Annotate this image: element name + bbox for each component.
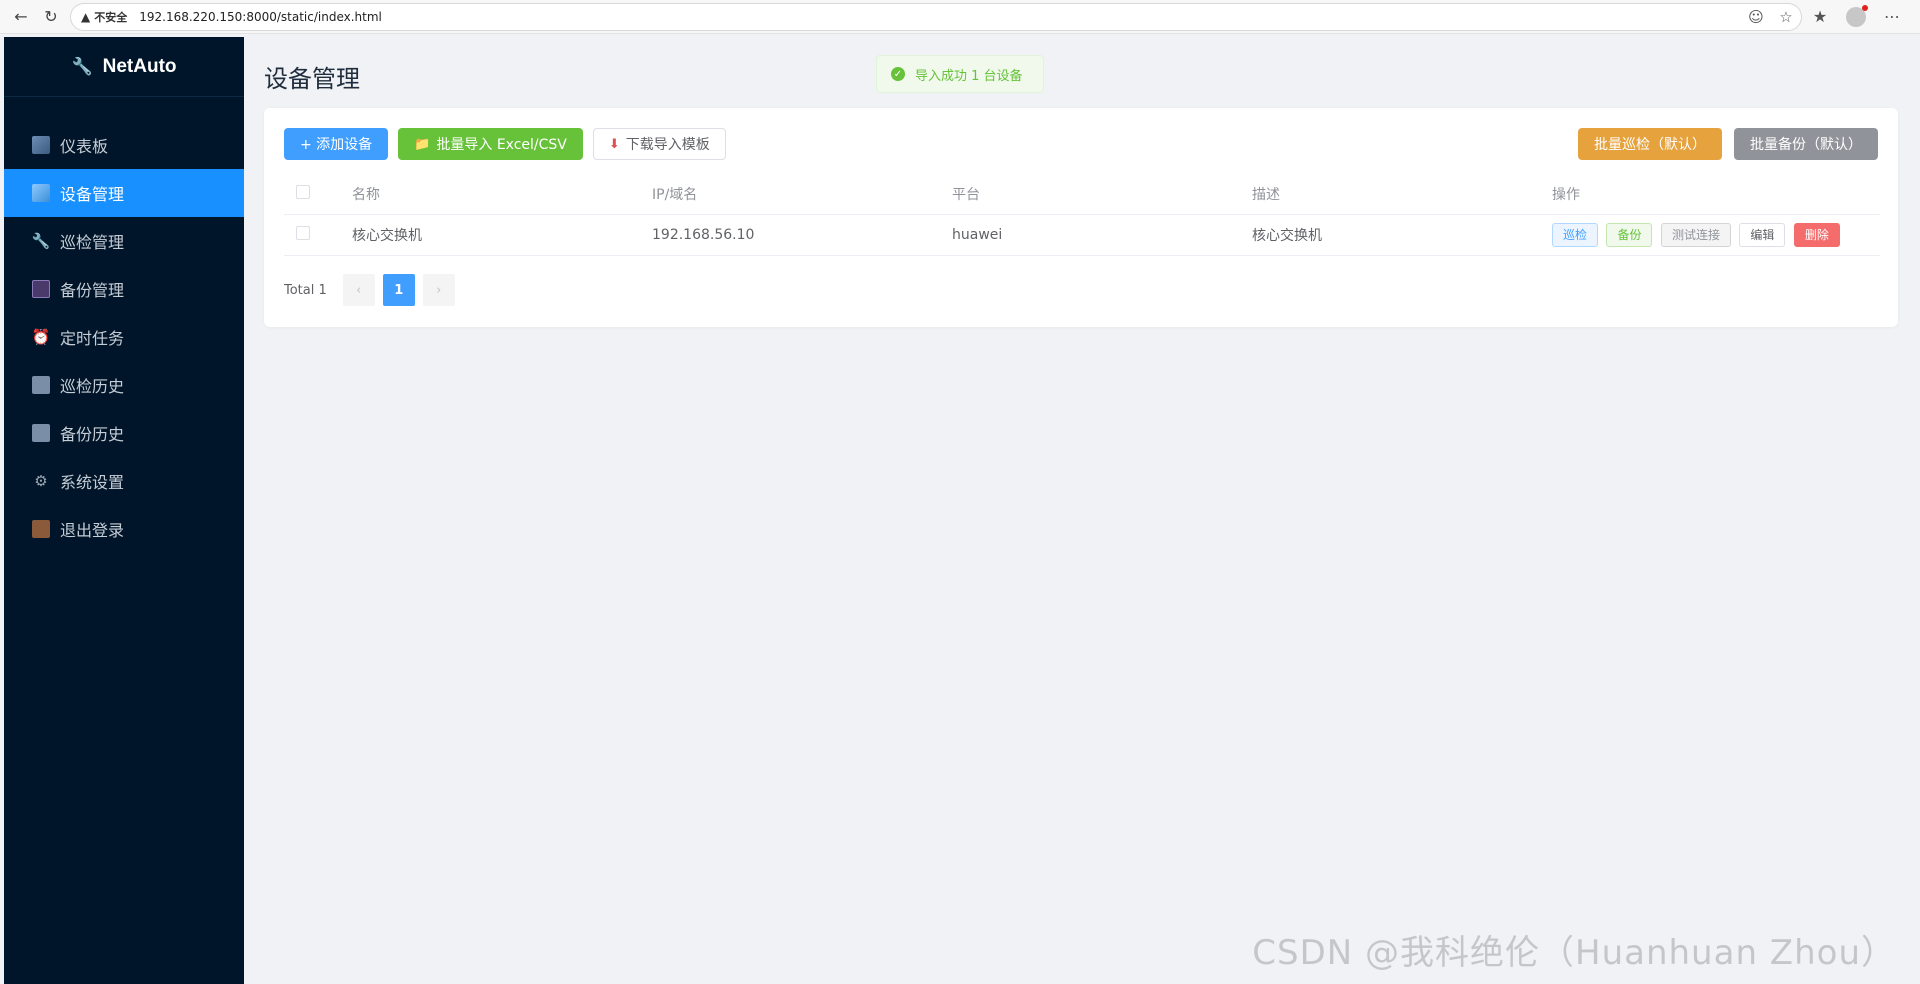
- sidebar-item-label: 巡检管理: [60, 233, 125, 252]
- check-circle-icon: ✓: [891, 67, 905, 81]
- cell-platform: huawei: [952, 214, 1252, 256]
- sidebar-item-label: 设备管理: [60, 185, 125, 204]
- cell-name: 核心交换机: [352, 214, 652, 256]
- cell-ip: 192.168.56.10: [652, 214, 952, 256]
- sidebar-item-label: 系统设置: [60, 473, 125, 492]
- browser-toolbar: ← ↻ ▲ 不安全 192.168.220.150:8000/static/in…: [0, 0, 1920, 34]
- sidebar-item-backup-history[interactable]: 备份历史: [4, 409, 244, 457]
- back-icon[interactable]: ←: [6, 2, 36, 32]
- sidebar-item-patrol-history[interactable]: 巡检历史: [4, 361, 244, 409]
- address-bar[interactable]: ▲ 不安全 192.168.220.150:8000/static/index.…: [70, 2, 1802, 31]
- sidebar-item-backup[interactable]: 备份管理: [4, 265, 244, 313]
- success-toast: ✓ 导入成功 1 台设备: [876, 55, 1044, 93]
- pagination-total: Total 1: [284, 282, 327, 298]
- sidebar-item-logout[interactable]: 退出登录: [4, 505, 244, 553]
- door-icon: [32, 520, 50, 538]
- import-excel-label: 批量导入 Excel/CSV: [436, 137, 567, 153]
- select-all-checkbox[interactable]: [296, 184, 310, 199]
- page-number-current[interactable]: 1: [382, 274, 415, 306]
- warning-icon: ▲: [81, 9, 91, 24]
- download-template-button[interactable]: ⬇ 下载导入模板: [592, 128, 726, 160]
- column-header-description: 描述: [1252, 174, 1552, 215]
- test-connection-button[interactable]: 测试连接: [1660, 222, 1731, 247]
- cell-actions: 巡检 备份 测试连接 编辑 删除: [1552, 214, 1880, 256]
- sidebar-item-label: 退出登录: [60, 521, 125, 540]
- import-excel-button[interactable]: 📁 批量导入 Excel/CSV: [398, 128, 583, 160]
- insecure-label: 不安全: [94, 10, 128, 24]
- row-checkbox[interactable]: [296, 225, 310, 240]
- alarm-clock-icon: ⏰: [31, 328, 51, 346]
- toolbar-right: 批量巡检（默认） 批量备份（默认）: [1578, 128, 1878, 160]
- download-icon: ⬇: [608, 136, 620, 152]
- column-header-ip: IP/域名: [652, 174, 952, 215]
- row-select-cell: [284, 214, 352, 256]
- add-device-button[interactable]: + 添加设备: [284, 128, 389, 160]
- sidebar-item-label: 巡检历史: [60, 377, 125, 396]
- sidebar-item-label: 备份管理: [60, 281, 125, 300]
- next-page-button[interactable]: ›: [422, 274, 455, 306]
- column-header-platform: 平台: [952, 174, 1252, 215]
- devices-card: + 添加设备 📁 批量导入 Excel/CSV ⬇ 下载导入模板 批量巡检（默认…: [264, 108, 1898, 327]
- patrol-button[interactable]: 巡检: [1552, 222, 1599, 247]
- sidebar-item-settings[interactable]: ⚙ 系统设置: [4, 457, 244, 505]
- sidebar-item-schedule[interactable]: ⏰ 定时任务: [4, 313, 244, 361]
- reader-icon[interactable]: ☺: [1741, 8, 1771, 26]
- folder-icon: 📁: [414, 136, 431, 152]
- floppy-disk-icon: [32, 280, 50, 298]
- profile-avatar[interactable]: [1846, 4, 1868, 27]
- device-icon: [32, 184, 50, 202]
- backup-button[interactable]: 备份: [1606, 222, 1653, 247]
- brand: 🔧 NetAuto: [4, 37, 244, 97]
- sidebar-menu: 仪表板 设备管理 🔧 巡检管理 备份管理 ⏰ 定时任务 巡检历史 备份历史 ⚙ …: [4, 121, 244, 553]
- page-title: 设备管理: [264, 65, 360, 93]
- column-header-actions: 操作: [1552, 174, 1880, 215]
- sidebar-item-label: 备份历史: [60, 425, 125, 444]
- download-template-label: 下载导入模板: [625, 137, 710, 153]
- column-header-name: 名称: [352, 174, 652, 215]
- more-menu-icon[interactable]: ⋯: [1874, 7, 1910, 26]
- prev-page-button[interactable]: ‹: [342, 274, 375, 306]
- batch-patrol-button[interactable]: 批量巡检（默认）: [1578, 128, 1722, 160]
- main-content: 设备管理 ✓ 导入成功 1 台设备 + 添加设备 📁 批量导入 Excel/CS…: [244, 37, 1918, 984]
- sidebar-item-dashboard[interactable]: 仪表板: [4, 121, 244, 169]
- sidebar-item-devices[interactable]: 设备管理: [4, 169, 244, 217]
- select-all-cell: [284, 174, 352, 215]
- edit-button[interactable]: 编辑: [1739, 222, 1786, 247]
- favorites-icon[interactable]: ★: [1802, 7, 1838, 26]
- wrench-icon: 🔧: [71, 56, 93, 76]
- batch-backup-button[interactable]: 批量备份（默认）: [1734, 128, 1878, 160]
- document-icon: [32, 424, 50, 442]
- sidebar-item-label: 仪表板: [60, 137, 109, 156]
- sidebar-item-patrol[interactable]: 🔧 巡检管理: [4, 217, 244, 265]
- toolbar-left: + 添加设备 📁 批量导入 Excel/CSV ⬇ 下载导入模板: [284, 128, 726, 160]
- url-text[interactable]: 192.168.220.150:8000/static/index.html: [139, 10, 1741, 24]
- table-header-row: 名称 IP/域名 平台 描述 操作: [284, 174, 1880, 215]
- sidebar: 🔧 NetAuto 仪表板 设备管理 🔧 巡检管理 备份管理 ⏰ 定时任务 巡检…: [4, 37, 244, 984]
- sidebar-item-label: 定时任务: [60, 329, 125, 348]
- pagination: Total 1 ‹ 1 ›: [284, 274, 455, 306]
- cell-description: 核心交换机: [1252, 214, 1552, 256]
- brand-name: NetAuto: [102, 55, 177, 77]
- delete-button[interactable]: 删除: [1793, 222, 1840, 247]
- dashboard-icon: [32, 136, 50, 154]
- reload-icon[interactable]: ↻: [36, 2, 66, 32]
- favorite-star-icon[interactable]: ☆: [1771, 8, 1801, 26]
- watermark: CSDN @我科绝伦（Huanhuan Zhou）: [1252, 933, 1896, 973]
- table-row: 核心交换机 192.168.56.10 huawei 核心交换机 巡检 备份 测…: [284, 214, 1880, 256]
- wrench-icon: 🔧: [31, 232, 51, 250]
- devices-table: 名称 IP/域名 平台 描述 操作 核心交换机 192.168.56.10 hu…: [284, 174, 1880, 256]
- gear-icon: ⚙: [34, 472, 48, 490]
- notebook-icon: [32, 376, 50, 394]
- toast-message: 导入成功 1 台设备: [915, 68, 1023, 84]
